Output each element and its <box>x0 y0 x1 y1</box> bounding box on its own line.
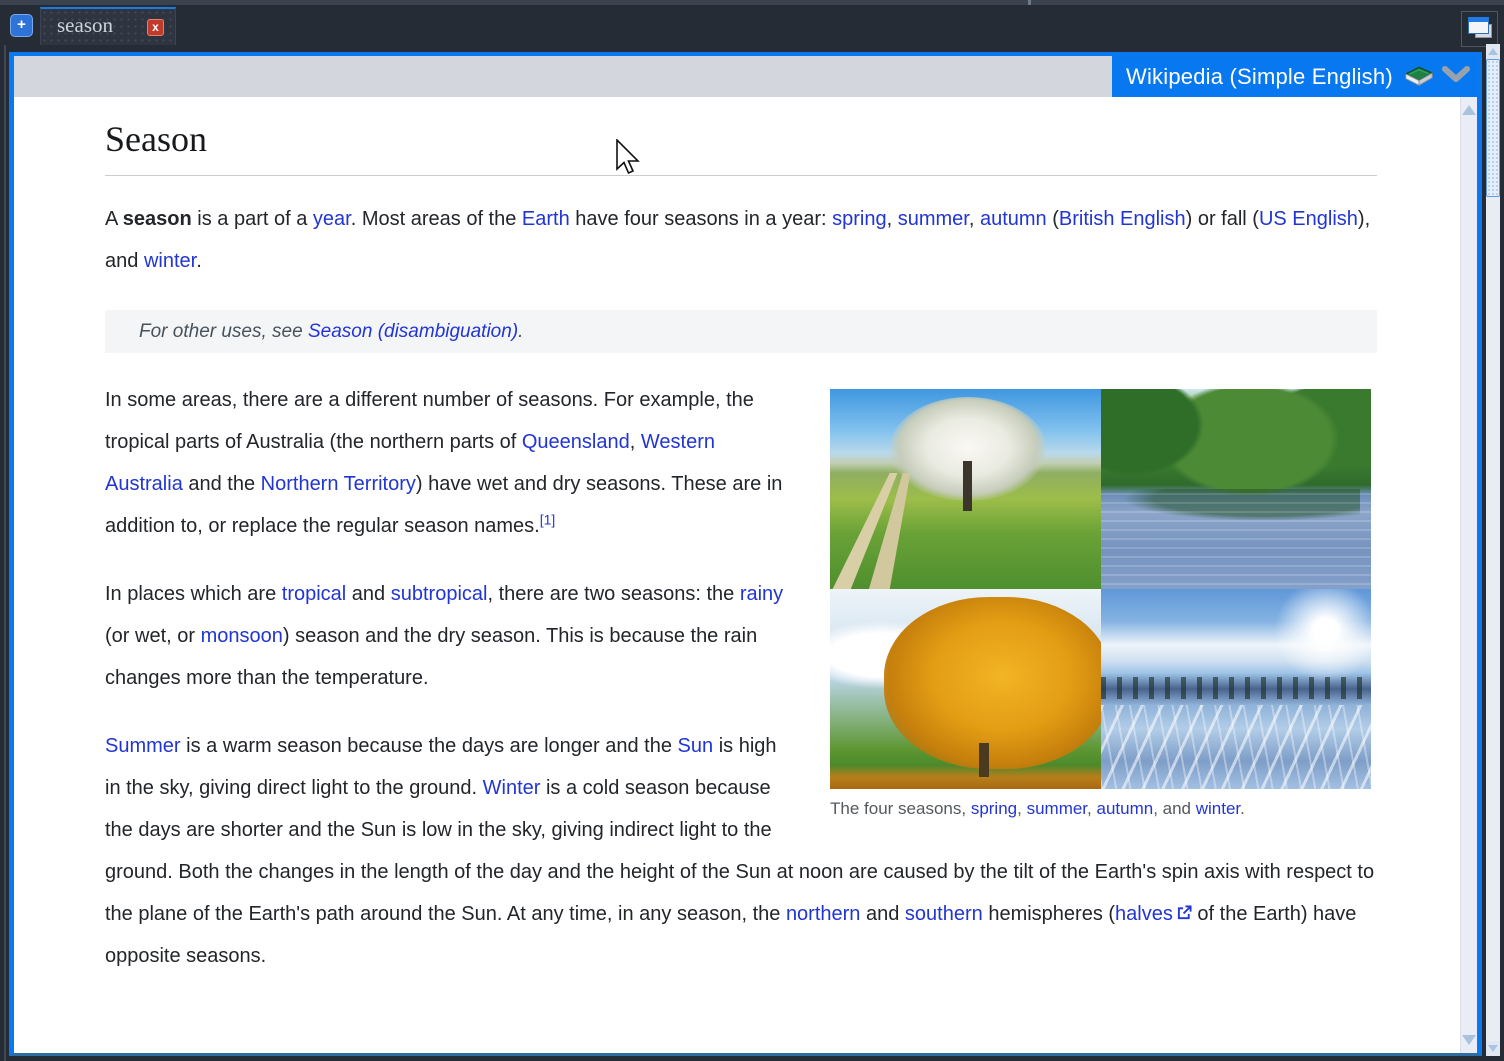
page: Season A season is a part of a year. Mos… <box>14 97 1460 1053</box>
wiki-link[interactable]: monsoon <box>201 625 283 647</box>
tab-close-button[interactable]: x <box>147 19 164 36</box>
inner-scroll-up-icon[interactable] <box>1462 105 1476 115</box>
photo-winter <box>1101 589 1372 789</box>
wiki-link[interactable]: autumn <box>980 208 1047 230</box>
inner-scrollbar[interactable] <box>1460 97 1477 1053</box>
wiki-link[interactable]: Sun <box>678 735 714 757</box>
window-switcher-button[interactable] <box>1461 11 1498 47</box>
outer-scrollbar[interactable] <box>1486 44 1500 1056</box>
wiki-link[interactable]: spring <box>971 799 1017 818</box>
window-left-edge <box>4 5 6 1061</box>
wiki-link[interactable]: northern <box>786 903 861 925</box>
wiki-link[interactable]: tropical <box>282 583 346 605</box>
external-link-icon <box>1177 893 1192 935</box>
inner-scroll-down-icon[interactable] <box>1462 1035 1476 1045</box>
reference-link[interactable]: [1] <box>540 511 556 527</box>
wiki-link[interactable]: Northern Territory <box>261 473 416 495</box>
wiki-link[interactable]: winter <box>1196 799 1240 818</box>
wiki-link[interactable]: Winter <box>483 777 541 799</box>
app-window: { "window": { "tab_bar": { "new_tab_labe… <box>0 0 1504 1061</box>
reference-superscript: [1] <box>540 511 556 527</box>
external-link[interactable]: halves <box>1115 903 1173 925</box>
chevron-down-icon[interactable] <box>1442 66 1470 88</box>
tab-season[interactable]: season x <box>40 7 176 45</box>
outer-scrollbar-thumb[interactable] <box>1486 59 1500 197</box>
bold-text: season <box>123 208 192 230</box>
article: Season A season is a part of a year. Mos… <box>105 117 1377 977</box>
page-header: Wikipedia (Simple English) <box>14 56 1477 97</box>
wiki-link[interactable]: winter <box>144 250 196 272</box>
photo-summer <box>1101 389 1372 589</box>
wiki-link[interactable]: subtropical <box>391 583 488 605</box>
wiki-link[interactable]: rainy <box>740 583 783 605</box>
wikipedia-title: Wikipedia (Simple English) <box>1126 64 1393 90</box>
wiki-link[interactable]: Earth <box>522 208 570 230</box>
new-tab-button[interactable]: + <box>10 14 33 37</box>
wiki-link[interactable]: US English <box>1259 208 1358 230</box>
seasons-figure: The four seasons, spring, summer, autumn… <box>830 389 1371 820</box>
wiki-link[interactable]: spring <box>832 208 886 230</box>
wiki-link[interactable]: year <box>313 208 351 230</box>
content-body: Season A season is a part of a year. Mos… <box>14 97 1477 1053</box>
close-icon: x <box>152 20 159 34</box>
wiki-link[interactable]: autumn <box>1097 799 1154 818</box>
photo-autumn <box>830 589 1101 789</box>
wiki-link[interactable]: summer <box>1027 799 1087 818</box>
triangle-up-icon <box>1488 48 1498 55</box>
wiki-link[interactable]: Queensland <box>522 431 630 453</box>
page-title: Season <box>105 117 1377 176</box>
photo-spring <box>830 389 1101 589</box>
wiki-link[interactable]: British English <box>1059 208 1186 230</box>
book-icon <box>1403 62 1435 91</box>
plus-icon: + <box>17 16 26 33</box>
wiki-link[interactable]: Summer <box>105 735 181 757</box>
header-gray-strip <box>14 56 1112 97</box>
tab-label: season <box>57 13 113 38</box>
hatnote: For other uses, see Season (disambiguati… <box>105 310 1377 353</box>
outer-scroll-down-button[interactable] <box>1486 1041 1500 1056</box>
outer-scroll-up-button[interactable] <box>1486 44 1500 59</box>
triangle-down-icon <box>1488 1045 1498 1052</box>
seasons-photo <box>830 389 1371 789</box>
figure-caption: The four seasons, spring, summer, autumn… <box>830 797 1371 820</box>
wiki-link[interactable]: southern <box>905 903 983 925</box>
tab-bar: + season x <box>0 5 1504 45</box>
intro-paragraph: A season is a part of a year. Most areas… <box>105 198 1377 282</box>
content-frame: Wikipedia (Simple English) Season A sea <box>9 52 1482 1056</box>
wikipedia-header[interactable]: Wikipedia (Simple English) <box>1112 56 1477 97</box>
wiki-link[interactable]: Season (disambiguation) <box>308 321 518 342</box>
wiki-link[interactable]: summer <box>898 208 969 230</box>
